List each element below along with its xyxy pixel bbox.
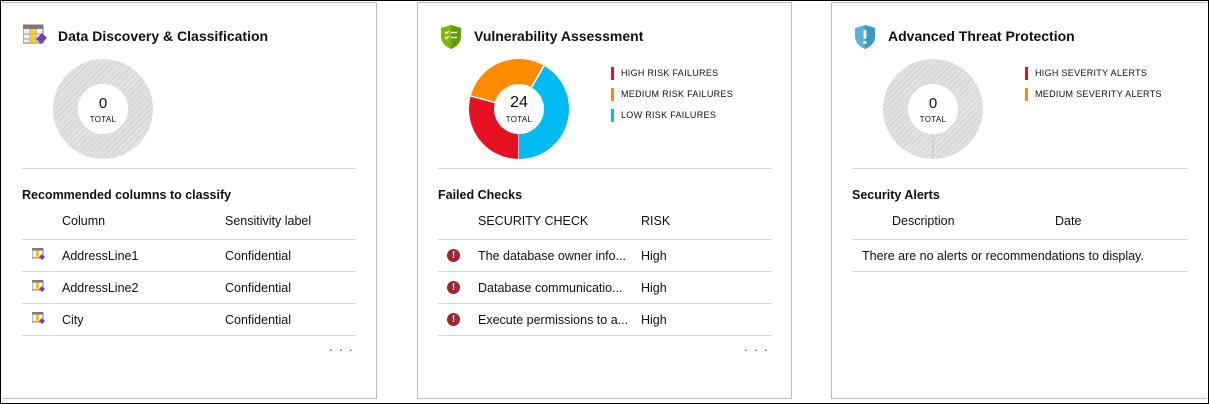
column-header: Column xyxy=(62,214,106,228)
discovery-table: Column Sensitivity label AddressLine1 Co… xyxy=(22,206,356,336)
shield-check-icon xyxy=(441,25,461,49)
legend-label: LOW RISK FAILURES xyxy=(621,110,717,120)
column-name: AddressLine1 xyxy=(62,249,139,263)
table-row[interactable]: AddressLine1 Confidential xyxy=(22,240,356,272)
discovery-section-title: Recommended columns to classify xyxy=(22,188,232,202)
error-icon: ! xyxy=(447,249,460,262)
sensitivity-label: Confidential xyxy=(225,313,292,327)
legend-swatch xyxy=(1025,67,1028,80)
empty-message: There are no alerts or recommendations t… xyxy=(862,249,1144,263)
discovery-title: Data Discovery & Classification xyxy=(58,28,269,44)
discovery-donut[interactable]: 0 TOTAL xyxy=(53,59,153,159)
security-alerts-header: Description Date xyxy=(852,206,1187,240)
column-name: City xyxy=(62,313,84,327)
legend-swatch xyxy=(611,67,614,80)
threat-card[interactable]: Advanced Threat Protection 0 TOTAL HIGH … xyxy=(831,2,1207,399)
shield-alert-icon xyxy=(855,25,875,49)
risk-header: RISK xyxy=(641,214,671,228)
security-alerts-table: Description Date There are no alerts or … xyxy=(852,206,1187,272)
legend-item-high-severity[interactable]: HIGH SEVERITY ALERTS xyxy=(1025,66,1162,87)
vulnerability-legend: HIGH RISK FAILURES MEDIUM RISK FAILURES … xyxy=(611,66,733,129)
vulnerability-donut[interactable]: 24 TOTAL xyxy=(469,59,569,159)
empty-row: There are no alerts or recommendations t… xyxy=(852,240,1187,272)
legend-item-high-risk[interactable]: HIGH RISK FAILURES xyxy=(611,66,733,87)
security-check: The database owner info... xyxy=(478,249,627,263)
discovery-card[interactable]: Data Discovery & Classification 0 TOTAL … xyxy=(2,2,377,399)
legend-label: HIGH SEVERITY ALERTS xyxy=(1035,68,1148,78)
discovery-total-value: 0 xyxy=(98,95,108,112)
table-row[interactable]: AddressLine2 Confidential xyxy=(22,272,356,304)
risk-value: High xyxy=(641,249,667,263)
table-row[interactable]: ! Database communicatio... High xyxy=(438,272,771,304)
legend-swatch xyxy=(611,88,614,101)
vulnerability-total-caption: TOTAL xyxy=(505,115,533,124)
sensitivity-label-header: Sensitivity label xyxy=(225,214,312,228)
date-header: Date xyxy=(1055,214,1082,228)
column-tag-icon xyxy=(32,280,45,292)
sensitivity-label: Confidential xyxy=(225,281,292,295)
failed-checks-header: SECURITY CHECK RISK xyxy=(438,206,771,240)
vulnerability-card[interactable]: Vulnerability Assessment 24 TOTAL HIGH R… xyxy=(417,2,792,399)
failed-checks-table: SECURITY CHECK RISK ! The database owner… xyxy=(438,206,771,336)
more-button[interactable]: · · · xyxy=(744,342,769,357)
risk-value: High xyxy=(641,281,667,295)
vulnerability-section-title: Failed Checks xyxy=(438,188,523,202)
vulnerability-divider xyxy=(438,168,771,169)
threat-title: Advanced Threat Protection xyxy=(888,28,1075,44)
threat-total-caption: TOTAL xyxy=(919,115,947,124)
error-icon: ! xyxy=(447,313,460,326)
threat-legend: HIGH SEVERITY ALERTS MEDIUM SEVERITY ALE… xyxy=(1025,66,1162,108)
column-tag-icon xyxy=(32,248,45,260)
legend-item-medium-severity[interactable]: MEDIUM SEVERITY ALERTS xyxy=(1025,87,1162,108)
security-check: Execute permissions to a... xyxy=(478,313,629,327)
description-header: Description xyxy=(892,214,955,228)
table-tag-icon xyxy=(23,24,47,44)
discovery-total-caption: TOTAL xyxy=(89,115,117,124)
vulnerability-title: Vulnerability Assessment xyxy=(474,28,644,44)
more-button[interactable]: · · · xyxy=(329,342,354,357)
legend-label: MEDIUM SEVERITY ALERTS xyxy=(1035,89,1162,99)
legend-label: HIGH RISK FAILURES xyxy=(621,68,719,78)
column-tag-icon xyxy=(32,312,45,324)
legend-item-low-risk[interactable]: LOW RISK FAILURES xyxy=(611,108,733,129)
legend-swatch xyxy=(1025,88,1028,101)
legend-item-medium-risk[interactable]: MEDIUM RISK FAILURES xyxy=(611,87,733,108)
discovery-table-header: Column Sensitivity label xyxy=(22,206,356,240)
risk-value: High xyxy=(641,313,667,327)
legend-swatch xyxy=(611,109,614,122)
legend-label: MEDIUM RISK FAILURES xyxy=(621,89,734,99)
security-check-header: SECURITY CHECK xyxy=(478,214,589,228)
threat-section-title: Security Alerts xyxy=(852,188,940,202)
table-row[interactable]: ! The database owner info... High xyxy=(438,240,771,272)
threat-total-value: 0 xyxy=(928,95,938,112)
discovery-divider xyxy=(22,168,356,169)
threat-divider xyxy=(852,168,1187,169)
threat-donut[interactable]: 0 TOTAL xyxy=(883,59,983,159)
table-row[interactable]: City Confidential xyxy=(22,304,356,336)
vulnerability-total-value: 24 xyxy=(510,94,528,111)
sensitivity-label: Confidential xyxy=(225,249,292,263)
security-check: Database communicatio... xyxy=(478,281,623,295)
column-name: AddressLine2 xyxy=(62,281,139,295)
table-row[interactable]: ! Execute permissions to a... High xyxy=(438,304,771,336)
error-icon: ! xyxy=(447,281,460,294)
